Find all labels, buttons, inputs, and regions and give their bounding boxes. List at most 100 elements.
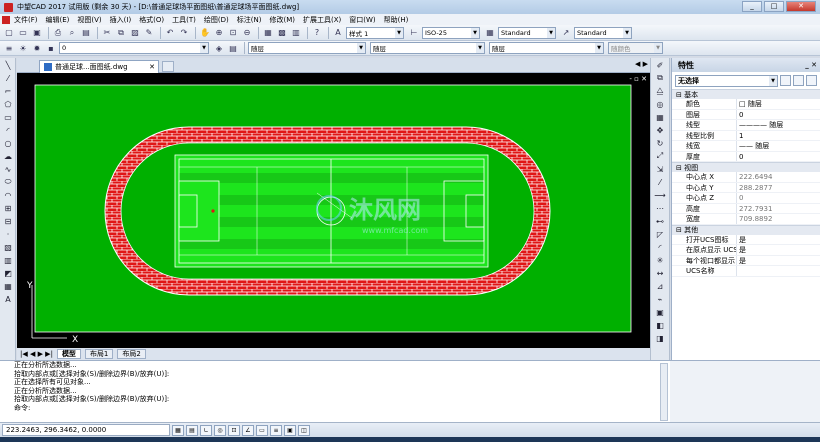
prop-row-linetype[interactable]: 线型 ———— 随层	[672, 120, 820, 131]
print-preview-icon[interactable]: ⌕	[66, 27, 78, 39]
text-style-select[interactable]: 样式 1 ▼	[346, 26, 404, 39]
zoom-window-icon[interactable]: ⊡	[227, 27, 239, 39]
grid-toggle-icon[interactable]: ▤	[186, 424, 198, 436]
command-line[interactable]: 正在分析所选数据... 拾取内部点或[选择对象(S)/删除边界(B)/放弃(U)…	[0, 360, 670, 422]
menu-extend-tools[interactable]: 扩展工具(X)	[303, 15, 341, 25]
align-icon[interactable]: ⊿	[653, 280, 667, 292]
revision-cloud-icon[interactable]: ☁	[1, 150, 15, 162]
prop-row-color[interactable]: 颜色 □ 随层	[672, 99, 820, 110]
document-tab[interactable]: 普通足球...面图纸.dwg ✕	[39, 60, 159, 73]
rotate-icon[interactable]: ↻	[653, 137, 667, 149]
polar-toggle-icon[interactable]: ◎	[214, 424, 226, 436]
ellipse-arc-icon[interactable]: ◠	[1, 189, 15, 201]
snap-toggle-icon[interactable]: ▦	[172, 424, 184, 436]
cut-icon[interactable]: ✂	[101, 27, 113, 39]
copy-icon[interactable]: ⧉	[115, 27, 127, 39]
trim-icon[interactable]: ⁄	[653, 176, 667, 188]
prop-row-linetype-scale[interactable]: 线型比例 1	[672, 130, 820, 141]
print-icon[interactable]: ⎙	[52, 27, 64, 39]
properties-palette-icon[interactable]: ▣	[653, 306, 667, 318]
layer-manager-icon[interactable]: ≡	[3, 42, 15, 54]
new-tab-button[interactable]	[162, 61, 174, 72]
open-file-icon[interactable]: ▭	[17, 27, 29, 39]
dynamic-input-icon[interactable]: ▭	[256, 424, 268, 436]
lineweight-select[interactable]: 随层 ▼	[489, 42, 604, 54]
close-button[interactable]: ✕	[786, 1, 816, 12]
group-other[interactable]: ⊟ 其他	[672, 224, 820, 235]
layer-previous-icon[interactable]: ▤	[227, 42, 239, 54]
group-basic[interactable]: ⊟ 基本	[672, 89, 820, 99]
hatch-icon[interactable]: ▧	[1, 241, 15, 253]
prop-row-ucs-per-viewport[interactable]: 每个视口都显示 ...是	[672, 255, 820, 266]
fillet-icon[interactable]: ◜	[653, 241, 667, 253]
ortho-toggle-icon[interactable]: ∟	[200, 424, 212, 436]
construction-line-icon[interactable]: ⁄	[1, 72, 15, 84]
table-style-select[interactable]: Standard ▼	[498, 26, 556, 39]
drawing-viewport[interactable]: - ▫ ✕ 沐风网 www.mfcad.com Y X	[17, 73, 650, 348]
menu-dimension[interactable]: 标注(N)	[237, 15, 262, 25]
scale-icon[interactable]: ⤢	[653, 150, 667, 162]
zoom-realtime-icon[interactable]: ⊕	[213, 27, 225, 39]
menu-modify[interactable]: 修改(M)	[269, 15, 295, 25]
tab-layout1[interactable]: 布局1	[84, 349, 114, 359]
join-icon[interactable]: ⊷	[653, 215, 667, 227]
lineweight-toggle-icon[interactable]: ≡	[270, 424, 282, 436]
stretch-icon[interactable]: ⇲	[653, 163, 667, 175]
multiline-text-icon[interactable]: A	[1, 293, 15, 305]
color-select[interactable]: 随层 ▼	[248, 42, 366, 54]
lengthen-icon[interactable]: ↔	[653, 267, 667, 279]
properties-icon[interactable]: ▦	[262, 27, 274, 39]
prop-row-width[interactable]: 宽度 709.8892	[672, 214, 820, 225]
pan-icon[interactable]: ✋	[199, 27, 211, 39]
layer-select[interactable]: 0 ▼	[59, 42, 209, 54]
redo-icon[interactable]: ↷	[178, 27, 190, 39]
prop-row-thickness[interactable]: 厚度 0	[672, 151, 820, 162]
menu-insert[interactable]: 插入(I)	[110, 15, 132, 25]
tab-model[interactable]: 模型	[56, 349, 81, 359]
prop-row-center-y[interactable]: 中心点 Y 288.2877	[672, 182, 820, 193]
minimize-button[interactable]: _	[742, 1, 762, 12]
save-icon[interactable]: ▣	[31, 27, 43, 39]
mirror-icon[interactable]: ⧋	[653, 85, 667, 97]
spline-icon[interactable]: ∿	[1, 163, 15, 175]
tab-layout2[interactable]: 布局2	[117, 349, 146, 359]
design-center-icon[interactable]: ▩	[276, 27, 288, 39]
paste-icon[interactable]: ▨	[129, 27, 141, 39]
layout-nav-icon[interactable]: |◀ ◀ ▶ ▶|	[20, 350, 53, 358]
ellipse-icon[interactable]: ⬭	[1, 176, 15, 188]
select-objects-icon[interactable]	[793, 75, 804, 86]
plot-style-select[interactable]: 随颜色 ▼	[608, 42, 663, 54]
quick-properties-icon[interactable]: ◫	[298, 424, 310, 436]
menu-window[interactable]: 窗口(W)	[349, 15, 375, 25]
layer-tools-icon[interactable]: ◧	[653, 319, 667, 331]
menu-format[interactable]: 格式(O)	[139, 15, 164, 25]
block-tools-icon[interactable]: ◨	[653, 332, 667, 344]
group-view[interactable]: ⊟ 视图	[672, 162, 820, 172]
undo-icon[interactable]: ↶	[164, 27, 176, 39]
command-scrollbar[interactable]	[660, 363, 668, 421]
line-icon[interactable]: ╲	[1, 59, 15, 71]
viewport-controls[interactable]: - ▫ ✕	[629, 75, 647, 83]
tab-scroll-arrows[interactable]: ◀ ▶	[635, 60, 648, 68]
sun-freeze-icon[interactable]: ✹	[31, 42, 43, 54]
quick-select-icon[interactable]	[806, 75, 817, 86]
make-block-icon[interactable]: ⊟	[1, 215, 15, 227]
zoom-previous-icon[interactable]: ⊖	[241, 27, 253, 39]
break-icon[interactable]: ⋯	[653, 202, 667, 214]
lock-icon[interactable]: ▪	[45, 42, 57, 54]
region-icon[interactable]: ◩	[1, 267, 15, 279]
maximize-button[interactable]: □	[764, 1, 784, 12]
prop-row-center-x[interactable]: 中心点 X 222.6494	[672, 172, 820, 183]
gradient-icon[interactable]: ▥	[1, 254, 15, 266]
array-icon[interactable]: ▦	[653, 111, 667, 123]
panel-close-icon[interactable]: _ ✕	[805, 61, 817, 69]
osnap-toggle-icon[interactable]: ⊡	[228, 424, 240, 436]
menu-edit[interactable]: 编辑(E)	[46, 15, 70, 25]
new-file-icon[interactable]: ▢	[3, 27, 15, 39]
tool-palette-icon[interactable]: ▥	[290, 27, 302, 39]
menu-tools[interactable]: 工具(T)	[172, 15, 196, 25]
dim-style-select[interactable]: ISO-25 ▼	[422, 26, 480, 39]
linetype-select[interactable]: 随层 ▼	[370, 42, 485, 54]
circle-icon[interactable]: ○	[1, 137, 15, 149]
chamfer-icon[interactable]: ◸	[653, 228, 667, 240]
